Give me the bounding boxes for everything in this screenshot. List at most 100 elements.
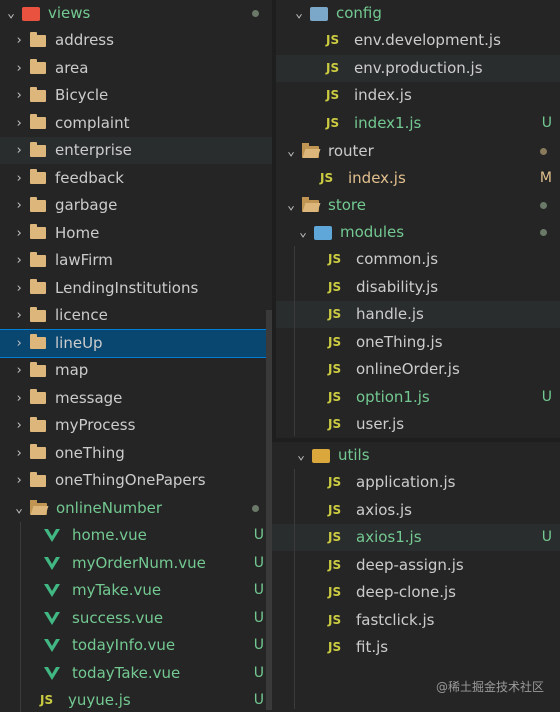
file-env.production.js[interactable]: JS env.production.js [276, 54, 560, 82]
folder-garbage[interactable]: › garbage [0, 192, 272, 219]
file-axios.js[interactable]: JS axios.js [272, 497, 560, 524]
folder-icon [30, 279, 46, 294]
git-badge: U [253, 637, 264, 653]
folder-label: config [336, 4, 382, 22]
file-application.js[interactable]: JS application.js [272, 469, 560, 496]
file-axios1.js[interactable]: JS axios1.js U [272, 524, 560, 551]
chevron-right-icon: › [15, 33, 23, 48]
file-todayInfo.vue[interactable]: todayInfo.vue U [0, 632, 272, 659]
router-index-file[interactable]: JS index.js M [276, 165, 560, 192]
file-myTake.vue[interactable]: myTake.vue U [0, 577, 272, 604]
folder-lineUp[interactable]: › lineUp [0, 328, 272, 358]
folder-oneThing[interactable]: › oneThing [0, 440, 272, 467]
file-label: disability.js [356, 277, 439, 296]
folder-licence[interactable]: › licence [0, 302, 272, 329]
modified-dot [252, 505, 259, 512]
chevron-down-icon: ⌄ [287, 144, 295, 159]
folder-map[interactable]: › map [0, 357, 272, 384]
folder-Bicycle[interactable]: › Bicycle [0, 82, 272, 109]
chevron-right-icon: › [15, 60, 23, 76]
folder-label: lawFirm [55, 251, 113, 269]
file-yuyue.js[interactable]: JS yuyue.js U [0, 687, 272, 712]
git-badge: U [541, 529, 552, 545]
folder-label: utils [338, 446, 370, 464]
file-label: oneThing.js [356, 332, 443, 351]
js-icon: JS [328, 640, 342, 654]
file-label: env.production.js [354, 58, 483, 77]
file-deep-clone.js[interactable]: JS deep-clone.js [272, 579, 560, 606]
file-label: index1.js [354, 113, 422, 132]
indent-guide [294, 246, 295, 436]
file-deep-assign.js[interactable]: JS deep-assign.js [272, 552, 560, 579]
folder-icon [30, 59, 46, 74]
folder-feedback[interactable]: › feedback [0, 165, 272, 192]
folder-open-icon [302, 196, 319, 212]
folder-complaint[interactable]: › complaint [0, 110, 272, 137]
git-badge: M [539, 170, 552, 186]
file-label: handle.js [356, 305, 424, 323]
folder-icon [30, 471, 46, 487]
folder-icon [30, 251, 46, 267]
folder-views[interactable]: ⌄ views [0, 0, 272, 27]
folder-myProcess[interactable]: › myProcess [0, 412, 272, 439]
folder-Home[interactable]: › Home [0, 220, 272, 247]
vue-icon [44, 529, 60, 542]
folder-router[interactable]: ⌄ router [276, 138, 560, 165]
folder-oneThingOnePapers[interactable]: › oneThingOnePapers [0, 467, 272, 494]
config-panel: ⌄ config JS env.development.js JS env.produ… [276, 0, 560, 138]
folder-icon [30, 444, 46, 459]
vue-icon [44, 556, 60, 570]
explorer-left-panel: ⌄ views › address › area › Bicycle › complaint ›… [0, 0, 272, 712]
file-myOrderNum.vue[interactable]: myOrderNum.vue U [0, 550, 272, 577]
vue-icon [44, 639, 60, 652]
modified-dot [540, 148, 547, 155]
js-icon: JS [328, 502, 342, 517]
file-label: index.js [348, 169, 406, 187]
folder-address[interactable]: › address [0, 27, 272, 54]
folder-label: complaint [55, 113, 130, 132]
folder-message[interactable]: › message [0, 385, 272, 412]
file-fit.js[interactable]: JS fit.js [272, 634, 560, 661]
file-label: axios.js [356, 500, 412, 519]
folder-lawFirm[interactable]: › lawFirm [0, 247, 272, 274]
file-disability.js[interactable]: JS disability.js [276, 274, 560, 301]
chevron-right-icon: › [15, 170, 23, 186]
chevron-right-icon: › [15, 225, 23, 241]
folder-icon [30, 334, 46, 349]
file-fastclick.js[interactable]: JS fastclick.js [272, 607, 560, 634]
folder-store[interactable]: ⌄ store [276, 192, 560, 219]
file-onlineOrder.js[interactable]: JS onlineOrder.js [276, 356, 560, 383]
file-label: option1.js [356, 387, 430, 406]
folder-icon [30, 169, 46, 184]
file-handle.js[interactable]: JS handle.js [276, 301, 560, 328]
js-icon: JS [328, 389, 342, 404]
folder-area[interactable]: › area [0, 55, 272, 82]
folder-config[interactable]: ⌄ config [276, 0, 560, 27]
file-label: success.vue [72, 608, 164, 627]
file-option1.js[interactable]: JS option1.js U [276, 384, 560, 411]
git-badge: U [253, 609, 264, 626]
file-common.js[interactable]: JS common.js [276, 246, 560, 273]
folder-label: area [55, 58, 89, 77]
folder-label: message [55, 388, 123, 407]
chevron-right-icon: › [15, 335, 23, 351]
folder-LendingInstitutions[interactable]: › LendingInstitutions [0, 275, 272, 302]
file-env.development.js[interactable]: JS env.development.js [276, 27, 560, 54]
chevron-right-icon: › [15, 390, 23, 406]
file-todayTake.vue[interactable]: todayTake.vue U [0, 660, 272, 687]
file-success.vue[interactable]: success.vue U [0, 605, 272, 632]
vue-icon [44, 611, 60, 625]
file-user.js[interactable]: JS user.js [276, 411, 560, 438]
folder-onlineNumber[interactable]: ⌄ onlineNumber [0, 495, 272, 522]
file-home.vue[interactable]: home.vue U [0, 522, 272, 549]
folder-label: Home [55, 223, 100, 242]
file-index.js[interactable]: JS index.js [276, 82, 560, 109]
file-index1.js[interactable]: JS index1.js U [276, 110, 560, 137]
file-oneThing.js[interactable]: JS oneThing.js [276, 329, 560, 356]
chevron-down-icon: ⌄ [15, 501, 23, 516]
folder-modules[interactable]: ⌄ modules [276, 219, 560, 246]
indent-guide [294, 469, 295, 709]
folder-utils[interactable]: ⌄ utils [272, 442, 560, 469]
folder-enterprise[interactable]: › enterprise [0, 137, 272, 164]
file-label: onlineOrder.js [356, 360, 460, 378]
